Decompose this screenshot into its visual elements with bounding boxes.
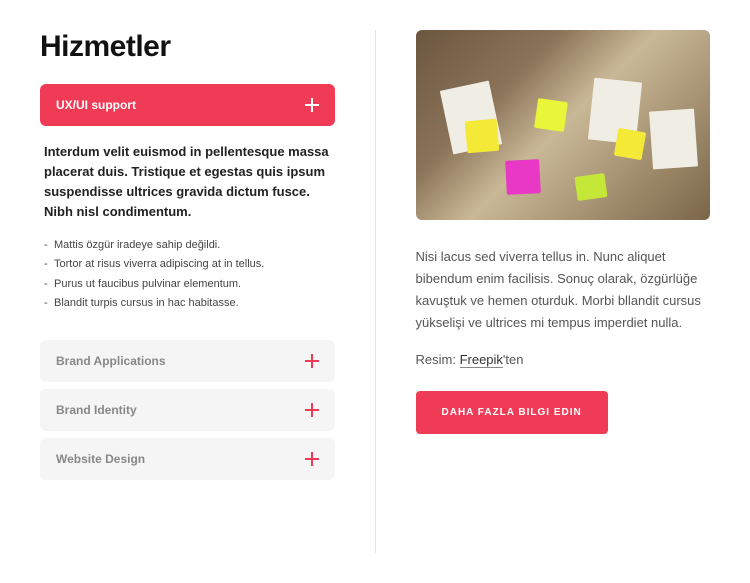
services-column: Hizmetler UX/UI support Interdum velit e… [40,30,335,553]
plus-icon [305,98,319,112]
accordion-header-brand-app[interactable]: Brand Applications [40,340,335,382]
learn-more-button[interactable]: DAHA FAZLA BILGI EDIN [416,391,608,434]
accordion-header-website-design[interactable]: Website Design [40,438,335,480]
info-column: Nisi lacus sed viverra tellus in. Nunc a… [375,30,711,553]
image-credit: Resim: Freepik'ten [416,352,711,367]
accordion-item-ux: UX/UI support Interdum velit euismod in … [40,84,335,333]
credit-link[interactable]: Freepik [460,352,503,368]
list-item: Purus ut faucibus pulvinar elementum. [44,276,331,294]
accordion-intro: Interdum velit euismod in pellentesque m… [44,142,331,223]
accordion-item-website-design: Website Design [40,438,335,480]
page-title: Hizmetler [40,30,335,64]
accordion-label: UX/UI support [56,98,136,112]
bullet-list: Mattis özgür iradeye sahip değildi. Tort… [44,237,331,313]
accordion-header-brand-identity[interactable]: Brand Identity [40,389,335,431]
list-item: Blandit turpis cursus in hac habitasse. [44,295,331,313]
list-item: Tortor at risus viverra adipiscing at in… [44,256,331,274]
plus-icon [305,403,319,417]
accordion-label: Website Design [56,452,145,466]
list-item: Mattis özgür iradeye sahip değildi. [44,237,331,255]
hero-image [416,30,711,220]
accordion-label: Brand Identity [56,403,137,417]
accordion-item-brand-app: Brand Applications [40,340,335,382]
description-text: Nisi lacus sed viverra tellus in. Nunc a… [416,246,711,334]
accordion-body-ux: Interdum velit euismod in pellentesque m… [40,126,335,333]
plus-icon [305,354,319,368]
plus-icon [305,452,319,466]
accordion-label: Brand Applications [56,354,166,368]
accordion-header-ux[interactable]: UX/UI support [40,84,335,126]
accordion-item-brand-identity: Brand Identity [40,389,335,431]
credit-suffix: 'ten [503,352,524,367]
credit-prefix: Resim: [416,352,460,367]
